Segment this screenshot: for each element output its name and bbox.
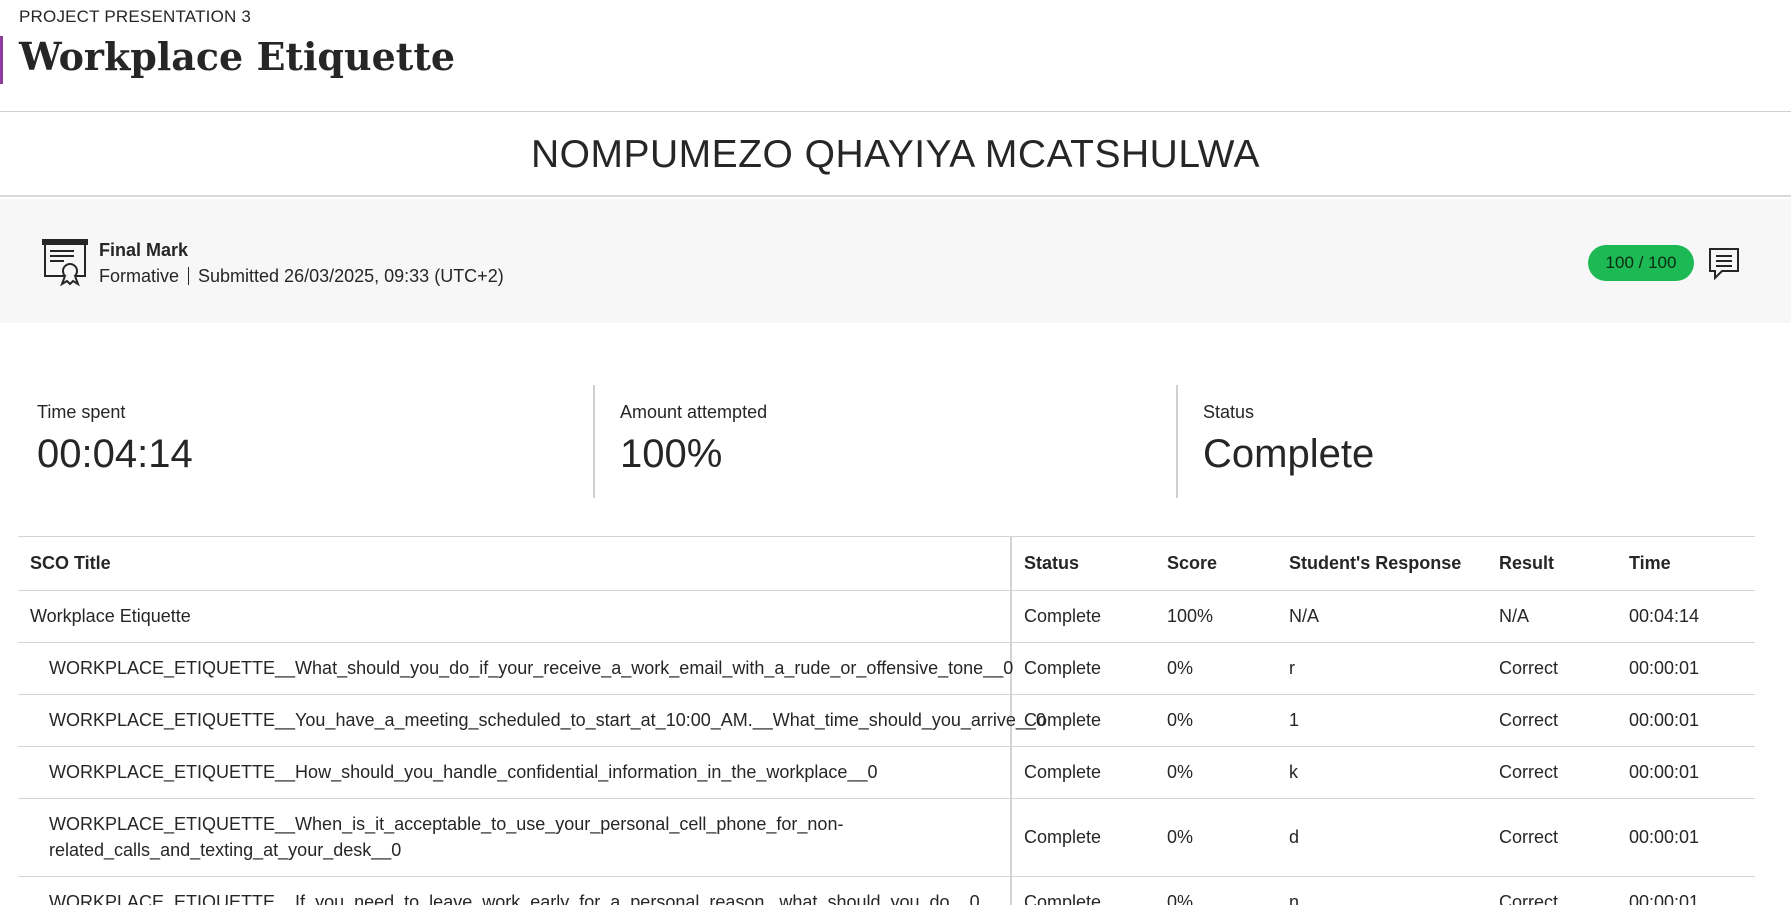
student-name: NOMPUMEZO QHAYIYA MCATSHULWA bbox=[530, 133, 1261, 176]
stat-value: Complete bbox=[1203, 432, 1375, 476]
cell-response: N/A bbox=[1277, 590, 1487, 643]
stat-label: Time spent bbox=[37, 402, 126, 422]
feedback-comment-icon[interactable] bbox=[1708, 247, 1740, 281]
cell-status: Complete bbox=[1011, 590, 1155, 643]
cell-status: Complete bbox=[1011, 798, 1155, 877]
assessment-type: Formative bbox=[99, 266, 180, 286]
assignment-category: PROJECT PRESENTATION 3 bbox=[19, 7, 252, 26]
cell-score: 0% bbox=[1155, 746, 1277, 799]
table-row: Workplace Etiquette Complete 100% N/A N/… bbox=[18, 590, 1755, 643]
table-row: WORKPLACE_ETIQUETTE__How_should_you_hand… bbox=[18, 746, 1755, 799]
cell-result: Correct bbox=[1487, 642, 1617, 695]
cell-response: n bbox=[1277, 876, 1487, 905]
cell-response: 1 bbox=[1277, 694, 1487, 747]
table-row: WORKPLACE_ETIQUETTE__When_is_it_acceptab… bbox=[18, 798, 1755, 877]
column-header-status: Status bbox=[1011, 537, 1155, 591]
cell-status: Complete bbox=[1011, 876, 1155, 905]
cell-sco-title: WORKPLACE_ETIQUETTE__You_have_a_meeting_… bbox=[18, 694, 1046, 747]
certificate-icon bbox=[42, 239, 88, 287]
final-mark-details: Formative Submitted 26/03/2025, 09:33 (UT… bbox=[99, 266, 504, 287]
cell-time: 00:00:01 bbox=[1617, 694, 1755, 747]
cell-time: 00:00:01 bbox=[1617, 746, 1755, 799]
divider bbox=[188, 267, 190, 285]
grade-pill[interactable]: 100 / 100 bbox=[1588, 245, 1694, 281]
cell-time: 00:00:01 bbox=[1617, 642, 1755, 695]
table-row: WORKPLACE_ETIQUETTE__What_should_you_do_… bbox=[18, 642, 1755, 695]
column-header-time: Time bbox=[1617, 537, 1755, 591]
cell-time: 00:00:01 bbox=[1617, 876, 1755, 905]
cell-sco-title: WORKPLACE_ETIQUETTE__What_should_you_do_… bbox=[18, 642, 1013, 695]
cell-result: Correct bbox=[1487, 694, 1617, 747]
student-banner: NOMPUMEZO QHAYIYA MCATSHULWA bbox=[0, 113, 1791, 197]
table-row: WORKPLACE_ETIQUETTE__If_you_need_to_leav… bbox=[18, 876, 1755, 905]
cell-score: 0% bbox=[1155, 642, 1277, 695]
stat-value: 100% bbox=[620, 432, 723, 476]
stat-divider bbox=[1176, 385, 1178, 498]
cell-score: 100% bbox=[1155, 590, 1277, 643]
submitted-timestamp: Submitted 26/03/2025, 09:33 (UTC+2) bbox=[198, 266, 504, 286]
column-header-response: Student's Response bbox=[1277, 537, 1487, 591]
cell-sco-title: Workplace Etiquette bbox=[18, 590, 1012, 643]
cell-time: 00:04:14 bbox=[1617, 590, 1755, 643]
cell-result: Correct bbox=[1487, 876, 1617, 905]
cell-status: Complete bbox=[1011, 746, 1155, 799]
table-header-row: SCO Title Status Score Student's Respons… bbox=[18, 537, 1755, 591]
cell-score: 0% bbox=[1155, 876, 1277, 905]
cell-status: Complete bbox=[1011, 694, 1155, 747]
cell-status: Complete bbox=[1011, 642, 1155, 695]
stat-value: 00:04:14 bbox=[37, 432, 193, 476]
final-mark-label: Final Mark bbox=[99, 240, 189, 260]
cell-result: Correct bbox=[1487, 798, 1617, 877]
cell-sco-title-line: WORKPLACE_ETIQUETTE__When_is_it_acceptab… bbox=[49, 814, 844, 834]
column-header-sco-title: SCO Title bbox=[18, 537, 1012, 591]
cell-response: r bbox=[1277, 642, 1487, 695]
stat-label: Amount attempted bbox=[620, 402, 768, 422]
sco-results-table: SCO Title Status Score Student's Respons… bbox=[18, 536, 1755, 905]
cell-score: 0% bbox=[1155, 798, 1277, 877]
cell-response: k bbox=[1277, 746, 1487, 799]
table-row: WORKPLACE_ETIQUETTE__You_have_a_meeting_… bbox=[18, 694, 1755, 747]
cell-sco-title-line: related_calls_and_texting_at_your_desk__… bbox=[49, 840, 402, 860]
stat-divider bbox=[593, 385, 595, 498]
cell-sco-title: WORKPLACE_ETIQUETTE__When_is_it_acceptab… bbox=[18, 798, 1012, 877]
page-title: Workplace Etiquette bbox=[19, 34, 456, 79]
final-mark-panel: Final Mark Formative Submitted 26/03/2025… bbox=[0, 199, 1791, 323]
cell-time: 00:00:01 bbox=[1617, 798, 1755, 877]
column-header-score: Score bbox=[1155, 537, 1277, 591]
cell-sco-title: WORKPLACE_ETIQUETTE__If_you_need_to_leav… bbox=[18, 876, 1012, 905]
header-accent-bar bbox=[0, 36, 3, 84]
column-header-result: Result bbox=[1487, 537, 1617, 591]
cell-score: 0% bbox=[1155, 694, 1277, 747]
cell-response: d bbox=[1277, 798, 1487, 877]
attempt-stats: Time spent 00:04:14 Amount attempted 100… bbox=[18, 385, 1754, 500]
stat-label: Status bbox=[1203, 402, 1255, 422]
cell-result: Correct bbox=[1487, 746, 1617, 799]
cell-sco-title: WORKPLACE_ETIQUETTE__How_should_you_hand… bbox=[18, 746, 1012, 799]
page-header: PROJECT PRESENTATION 3 Workplace Etiquet… bbox=[0, 0, 1791, 112]
cell-result: N/A bbox=[1487, 590, 1617, 643]
